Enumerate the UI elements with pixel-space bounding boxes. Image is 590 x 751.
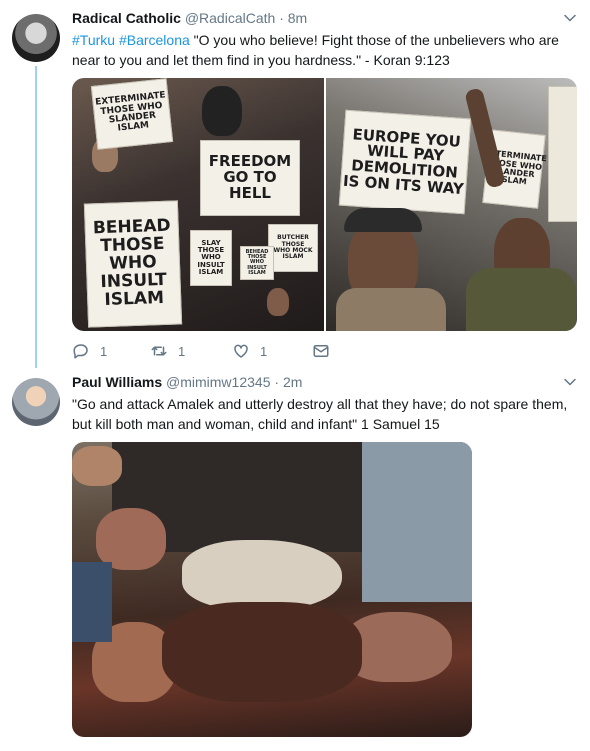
separator: · xyxy=(279,10,284,26)
retweet-count: 1 xyxy=(178,343,186,359)
message-icon xyxy=(313,345,329,357)
avatar[interactable] xyxy=(12,14,60,62)
protester-body xyxy=(465,268,576,331)
protester-body xyxy=(335,288,446,331)
retweet-button[interactable]: 1 xyxy=(150,342,185,360)
tweet-header: Radical Catholic @RadicalCath · 8m xyxy=(72,10,307,26)
tweet-media[interactable]: EXTERMINATE THOSE WHO SLANDER ISLAM FREE… xyxy=(72,78,577,331)
author-name[interactable]: Radical Catholic xyxy=(72,10,181,26)
tweet-paul-williams[interactable]: Paul Williams @mimimw12345 · 2m "Go and … xyxy=(0,368,590,751)
crowd-face xyxy=(267,288,289,316)
tweet-media-photo[interactable] xyxy=(72,442,472,737)
reply-button[interactable]: 1 xyxy=(72,342,107,360)
crowd-face xyxy=(202,86,242,136)
photo-figure xyxy=(96,508,166,570)
timestamp[interactable]: 2m xyxy=(283,374,302,390)
protest-sign: FREEDOM GO TO HELL xyxy=(200,140,300,216)
direct-message-button[interactable] xyxy=(312,342,330,360)
timestamp[interactable]: 8m xyxy=(288,10,307,26)
photo-hand xyxy=(72,446,122,486)
photo-background xyxy=(362,442,472,602)
protest-sign: EUROPE YOU WILL PAY DEMOLITION IS ON ITS… xyxy=(338,109,471,215)
like-count: 1 xyxy=(260,343,268,359)
hashtag-barcelona[interactable]: #Barcelona xyxy=(119,32,190,48)
protest-photo-left[interactable]: EXTERMINATE THOSE WHO SLANDER ISLAM FREE… xyxy=(72,78,324,331)
protest-sign: BEHEAD THOSE WHO INSULT ISLAM xyxy=(83,200,183,328)
reply-count: 1 xyxy=(100,343,108,359)
author-name[interactable]: Paul Williams xyxy=(72,374,162,390)
thread-connector-line xyxy=(35,66,37,368)
avatar[interactable] xyxy=(12,378,60,426)
protest-photo-right[interactable]: EUROPE YOU WILL PAY DEMOLITION IS ON ITS… xyxy=(325,78,577,331)
photo-cloth xyxy=(182,540,342,610)
author-handle[interactable]: @mimimw12345 xyxy=(166,374,270,390)
chevron-down-icon[interactable] xyxy=(564,376,576,388)
tweet-actions: 1 1 1 xyxy=(72,342,342,362)
reply-icon xyxy=(73,344,88,359)
author-handle[interactable]: @RadicalCath xyxy=(185,10,275,26)
protest-sign: SLAY THOSE WHO INSULT ISLAM xyxy=(190,230,232,286)
tweet-text: "Go and attack Amalek and utterly destro… xyxy=(72,396,568,432)
photo-fabric xyxy=(72,562,112,642)
protest-sign: EXTERMINATE THOSE WHO SLANDER ISLAM xyxy=(90,78,174,150)
like-icon xyxy=(234,344,248,358)
like-button[interactable]: 1 xyxy=(232,342,267,360)
protest-sign-partial xyxy=(547,86,577,222)
retweet-icon xyxy=(151,346,167,356)
protest-sign: BEHEAD THOSE WHO INSULT ISLAM xyxy=(240,246,274,280)
photo-hair xyxy=(162,602,362,702)
tweet-text: #Turku #Barcelona "O you who believe! Fi… xyxy=(72,30,572,70)
tweet-radical-catholic[interactable]: Radical Catholic @RadicalCath · 8m #Turk… xyxy=(0,0,590,368)
protester-cap xyxy=(343,208,422,232)
protest-sign: BUTCHER THOSE WHO MOCK ISLAM xyxy=(268,224,318,272)
hashtag-turku[interactable]: #Turku xyxy=(72,32,115,48)
tweet-header: Paul Williams @mimimw12345 · 2m xyxy=(72,374,302,390)
chevron-down-icon[interactable] xyxy=(564,12,576,24)
separator: · xyxy=(274,374,280,390)
